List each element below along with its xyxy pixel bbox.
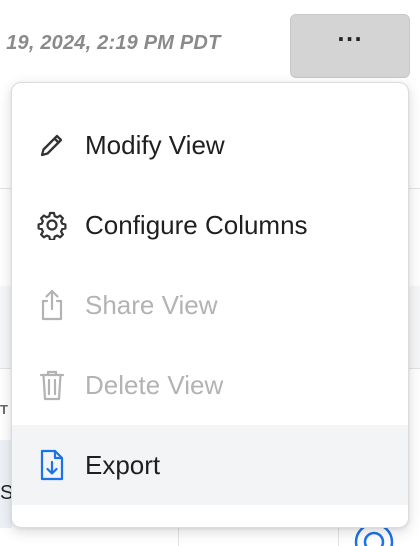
menu-item-modify-view[interactable]: Modify View (12, 105, 408, 185)
export-document-icon (36, 449, 68, 481)
menu-item-label: Delete View (85, 369, 224, 400)
menu-item-share-view[interactable]: Share View (12, 265, 408, 345)
table-column-divider (338, 528, 339, 546)
last-updated-timestamp: g 19, 2024, 2:19 PM PDT (0, 32, 221, 54)
ellipsis-icon: ··· (337, 27, 363, 51)
trash-icon (36, 369, 68, 401)
menu-item-export[interactable]: Export (12, 425, 408, 505)
view-options-menu: Modify View Configure Columns Share View… (11, 82, 409, 528)
more-options-button[interactable]: ··· (290, 14, 410, 78)
menu-item-label: Export (85, 449, 161, 480)
menu-item-label: Modify View (85, 129, 225, 160)
table-header-fragment: T (0, 402, 8, 417)
share-icon (36, 289, 68, 321)
menu-item-configure-columns[interactable]: Configure Columns (12, 185, 408, 265)
pencil-icon (36, 129, 68, 161)
menu-item-label: Share View (85, 289, 218, 320)
menu-item-label: Configure Columns (85, 209, 308, 240)
page: T S g 19, 2024, 2:19 PM PDT ··· Modify V… (0, 0, 420, 546)
gear-icon (36, 209, 68, 241)
table-column-divider (178, 528, 179, 546)
menu-item-delete-view[interactable]: Delete View (12, 345, 408, 425)
